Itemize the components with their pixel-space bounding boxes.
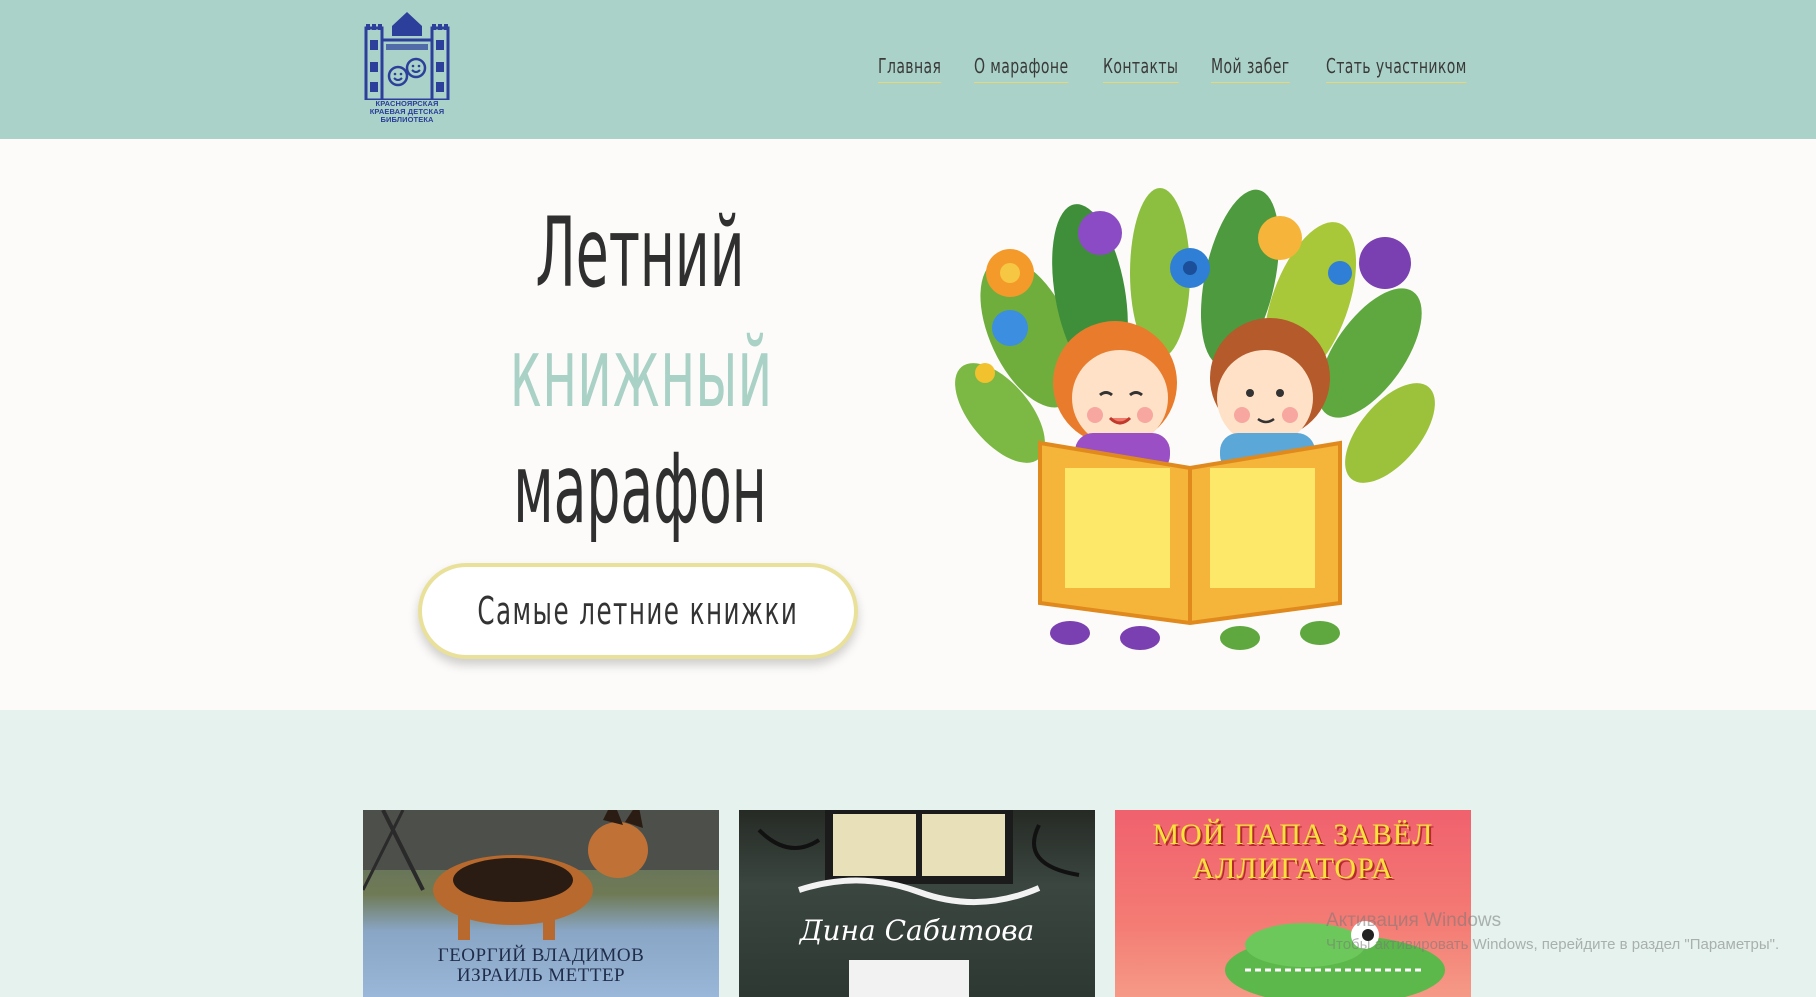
book-author: ГЕОРГИЙ ВЛАДИМОВ ИЗРАИЛЬ МЕТТЕР [437,945,645,986]
book-card[interactable]: ГЕОРГИЙ ВЛАДИМОВ ИЗРАИЛЬ МЕТТЕР [363,810,719,997]
book-title: МОЙ ПАПА ЗАВЁЛ АЛЛИГАТОРА [1152,818,1434,885]
watermark-subtitle: Чтобы активировать Windows, перейдите в … [1326,936,1780,953]
summer-books-button-label: Самые летние книжки [477,589,799,633]
main-nav: Главная О марафоне Контакты Мой забег Ст… [0,54,1816,86]
book-title-fragment [849,960,969,997]
windows-activation-watermark: Активация Windows Чтобы активировать Win… [1326,910,1779,953]
hero-title-line-2: книжный [509,317,773,429]
hero-section: Летний книжный марафон Самые летние книж… [0,139,1816,710]
logo-caption-line: БИБЛИОТЕКА [380,115,434,124]
hero-title-line-3: марафон [513,433,767,545]
book-author: Дина Сабитова [799,914,1035,947]
site-header: КРАСНОЯРСКАЯ КРАЕВАЯ ДЕТСКАЯ БИБЛИОТЕКА … [0,0,1816,139]
nav-link-join[interactable]: Стать участником [1326,54,1467,83]
dog-cover-art [363,810,719,940]
feet [1050,621,1340,650]
logo-caption: КРАСНОЯРСКАЯ КРАЕВАЯ ДЕТСКАЯ БИБЛИОТЕКА [362,100,452,124]
children-reading-illustration [955,188,1435,650]
summer-books-button[interactable]: Самые летние книжки [418,563,858,659]
nav-link-my-race[interactable]: Мой забег [1211,54,1290,83]
nav-link-contacts[interactable]: Контакты [1103,54,1179,83]
book-card[interactable]: Дина Сабитова [739,810,1095,997]
hero-title-line-1: Летний [535,197,745,309]
nav-link-home[interactable]: Главная [878,54,942,83]
book-card[interactable]: МОЙ ПАПА ЗАВЁЛ АЛЛИГАТОРА [1115,810,1471,997]
window-cover-art [757,810,1080,905]
watermark-title: Активация Windows [1326,910,1502,931]
open-book [1038,440,1342,626]
nav-link-about[interactable]: О марафоне [974,54,1069,83]
